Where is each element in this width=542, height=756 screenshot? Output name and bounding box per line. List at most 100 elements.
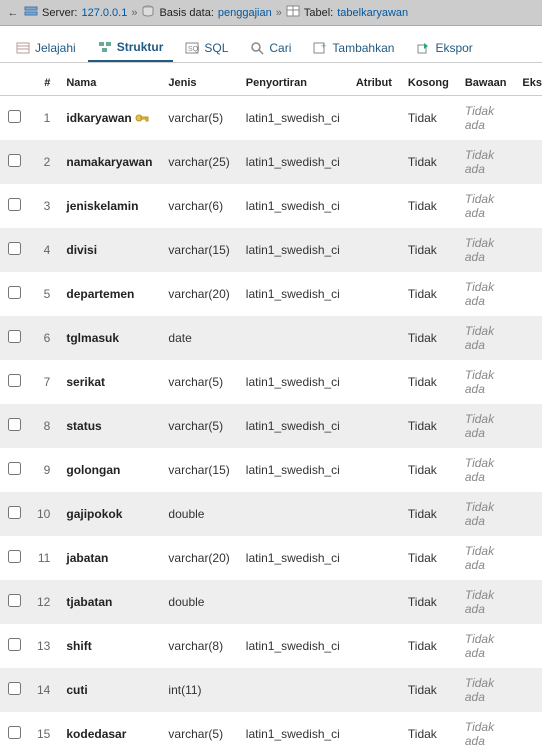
column-name[interactable]: status <box>58 404 160 448</box>
column-extra <box>514 228 542 272</box>
table-row[interactable]: 2namakaryawanvarchar(25)latin1_swedish_c… <box>0 140 542 184</box>
row-checkbox[interactable] <box>8 418 21 431</box>
table-row[interactable]: 7serikatvarchar(5)latin1_swedish_ciTidak… <box>0 360 542 404</box>
table-row[interactable]: 4divisivarchar(15)latin1_swedish_ciTidak… <box>0 228 542 272</box>
column-name[interactable]: serikat <box>58 360 160 404</box>
row-num: 7 <box>29 360 58 404</box>
row-checkbox[interactable] <box>8 682 21 695</box>
column-extra <box>514 316 542 360</box>
column-default: Tidak ada <box>457 624 515 668</box>
row-checkbox[interactable] <box>8 726 21 739</box>
table-row[interactable]: 11jabatanvarchar(20)latin1_swedish_ciTid… <box>0 536 542 580</box>
column-collation: latin1_swedish_ci <box>238 184 348 228</box>
table-row[interactable]: 6tglmasukdateTidakTidak ada <box>0 316 542 360</box>
table-row[interactable]: 5departemenvarchar(20)latin1_swedish_ciT… <box>0 272 542 316</box>
column-attribute <box>348 580 400 624</box>
column-name[interactable]: gajipokok <box>58 492 160 536</box>
row-checkbox[interactable] <box>8 154 21 167</box>
header-atribut[interactable]: Atribut <box>348 71 400 96</box>
column-name[interactable]: idkaryawan <box>58 96 160 141</box>
table-link[interactable]: tabelkaryawan <box>337 7 408 19</box>
table-row[interactable]: 15kodedasarvarchar(5)latin1_swedish_ciTi… <box>0 712 542 756</box>
tab-insert[interactable]: + Tambahkan <box>303 35 404 61</box>
tab-structure[interactable]: Struktur <box>88 34 174 62</box>
back-arrow-icon[interactable]: ← <box>6 7 20 19</box>
search-icon <box>250 41 264 55</box>
column-name[interactable]: jeniskelamin <box>58 184 160 228</box>
tab-sql[interactable]: SQL SQL <box>175 35 238 61</box>
column-null: Tidak <box>400 316 457 360</box>
column-extra <box>514 140 542 184</box>
column-name[interactable]: shift <box>58 624 160 668</box>
table-row[interactable]: 14cutiint(11)TidakTidak ada <box>0 668 542 712</box>
column-name[interactable]: departemen <box>58 272 160 316</box>
row-checkbox[interactable] <box>8 110 21 123</box>
tab-search[interactable]: Cari <box>240 35 301 61</box>
row-checkbox[interactable] <box>8 242 21 255</box>
db-link[interactable]: penggajian <box>218 7 272 19</box>
column-extra <box>514 712 542 756</box>
row-checkbox[interactable] <box>8 286 21 299</box>
column-collation: latin1_swedish_ci <box>238 360 348 404</box>
row-checkbox-cell <box>0 580 29 624</box>
table-row[interactable]: 1idkaryawanvarchar(5)latin1_swedish_ciTi… <box>0 96 542 141</box>
row-checkbox[interactable] <box>8 638 21 651</box>
row-checkbox[interactable] <box>8 594 21 607</box>
row-checkbox[interactable] <box>8 198 21 211</box>
column-name[interactable]: cuti <box>58 668 160 712</box>
table-label: Tabel: <box>304 7 333 19</box>
column-null: Tidak <box>400 228 457 272</box>
column-default: Tidak ada <box>457 668 515 712</box>
table-row[interactable]: 3jeniskelaminvarchar(6)latin1_swedish_ci… <box>0 184 542 228</box>
header-penyortiran[interactable]: Penyortiran <box>238 71 348 96</box>
column-name[interactable]: kodedasar <box>58 712 160 756</box>
column-null: Tidak <box>400 448 457 492</box>
column-attribute <box>348 96 400 141</box>
header-bawaan[interactable]: Bawaan <box>457 71 515 96</box>
header-nama[interactable]: Nama <box>58 71 160 96</box>
header-kosong[interactable]: Kosong <box>400 71 457 96</box>
column-name[interactable]: golongan <box>58 448 160 492</box>
column-null: Tidak <box>400 580 457 624</box>
row-checkbox-cell <box>0 272 29 316</box>
table-row[interactable]: 13shiftvarchar(8)latin1_swedish_ciTidakT… <box>0 624 542 668</box>
column-default: Tidak ada <box>457 96 515 141</box>
table-row[interactable]: 9golonganvarchar(15)latin1_swedish_ciTid… <box>0 448 542 492</box>
table-row[interactable]: 8statusvarchar(5)latin1_swedish_ciTidakT… <box>0 404 542 448</box>
column-name[interactable]: divisi <box>58 228 160 272</box>
header-jenis[interactable]: Jenis <box>160 71 237 96</box>
table-row[interactable]: 10gajipokokdoubleTidakTidak ada <box>0 492 542 536</box>
tab-insert-label: Tambahkan <box>332 41 394 55</box>
column-name[interactable]: tglmasuk <box>58 316 160 360</box>
row-checkbox-cell <box>0 404 29 448</box>
row-checkbox[interactable] <box>8 462 21 475</box>
column-default: Tidak ada <box>457 316 515 360</box>
row-checkbox-cell <box>0 536 29 580</box>
column-attribute <box>348 316 400 360</box>
column-type: double <box>160 492 237 536</box>
row-checkbox-cell <box>0 360 29 404</box>
server-link[interactable]: 127.0.0.1 <box>81 7 127 19</box>
header-num[interactable]: # <box>29 71 58 96</box>
sql-icon: SQL <box>185 41 199 55</box>
table-row[interactable]: 12tjabatandoubleTidakTidak ada <box>0 580 542 624</box>
tab-structure-label: Struktur <box>117 40 164 54</box>
tab-export[interactable]: Ekspor <box>406 35 482 61</box>
row-num: 14 <box>29 668 58 712</box>
column-collation: latin1_swedish_ci <box>238 140 348 184</box>
column-name[interactable]: jabatan <box>58 536 160 580</box>
row-checkbox[interactable] <box>8 330 21 343</box>
row-checkbox[interactable] <box>8 550 21 563</box>
tab-browse[interactable]: Jelajahi <box>6 35 86 61</box>
header-ekstra[interactable]: Ekstr <box>514 71 542 96</box>
header-row: # Nama Jenis Penyortiran Atribut Kosong … <box>0 71 542 96</box>
column-null: Tidak <box>400 536 457 580</box>
column-extra <box>514 536 542 580</box>
column-name[interactable]: namakaryawan <box>58 140 160 184</box>
row-checkbox[interactable] <box>8 506 21 519</box>
column-name[interactable]: tjabatan <box>58 580 160 624</box>
row-checkbox[interactable] <box>8 374 21 387</box>
svg-text:+: + <box>321 41 326 51</box>
primary-key-icon <box>135 111 149 125</box>
column-attribute <box>348 228 400 272</box>
